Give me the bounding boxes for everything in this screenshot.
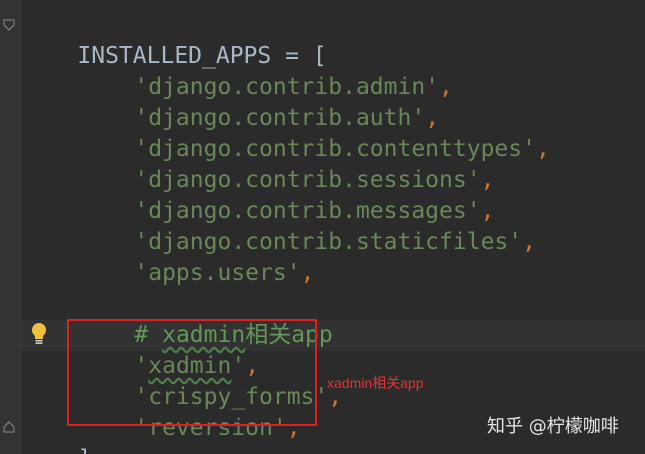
code-line[interactable]: INSTALLED_APPS = [ — [22, 10, 326, 69]
code-line[interactable]: 'django.contrib.contenttypes', — [22, 103, 549, 162]
close-bracket: ] — [77, 446, 91, 454]
editor-gutter — [0, 0, 20, 454]
code-line[interactable]: 'django.contrib.staticfiles', — [22, 196, 536, 255]
fold-marker-icon[interactable] — [3, 19, 15, 31]
highlight-box — [67, 319, 317, 426]
gutter-divider — [20, 0, 21, 454]
code-line[interactable]: 'django.contrib.admin', — [22, 41, 453, 100]
code-editor[interactable]: INSTALLED_APPS = [ 'django.contrib.admin… — [0, 0, 645, 454]
annotation-label: xadmin相关app — [327, 375, 424, 391]
code-line[interactable]: 'django.contrib.auth', — [22, 72, 439, 131]
comma: , — [522, 229, 536, 255]
comma: , — [300, 260, 315, 286]
fold-marker-icon[interactable] — [3, 421, 15, 433]
code-line[interactable]: 'apps.users', — [22, 227, 314, 286]
code-line[interactable]: 'django.contrib.messages', — [22, 165, 494, 224]
watermark: 知乎 @柠檬咖啡 — [487, 416, 619, 437]
comma: , — [535, 136, 550, 162]
app-string: 'apps.users' — [134, 260, 301, 286]
comma: , — [439, 74, 453, 100]
code-line[interactable]: 'django.contrib.sessions', — [22, 134, 494, 193]
code-comment-line[interactable]: # xadmin相关app — [22, 289, 332, 348]
